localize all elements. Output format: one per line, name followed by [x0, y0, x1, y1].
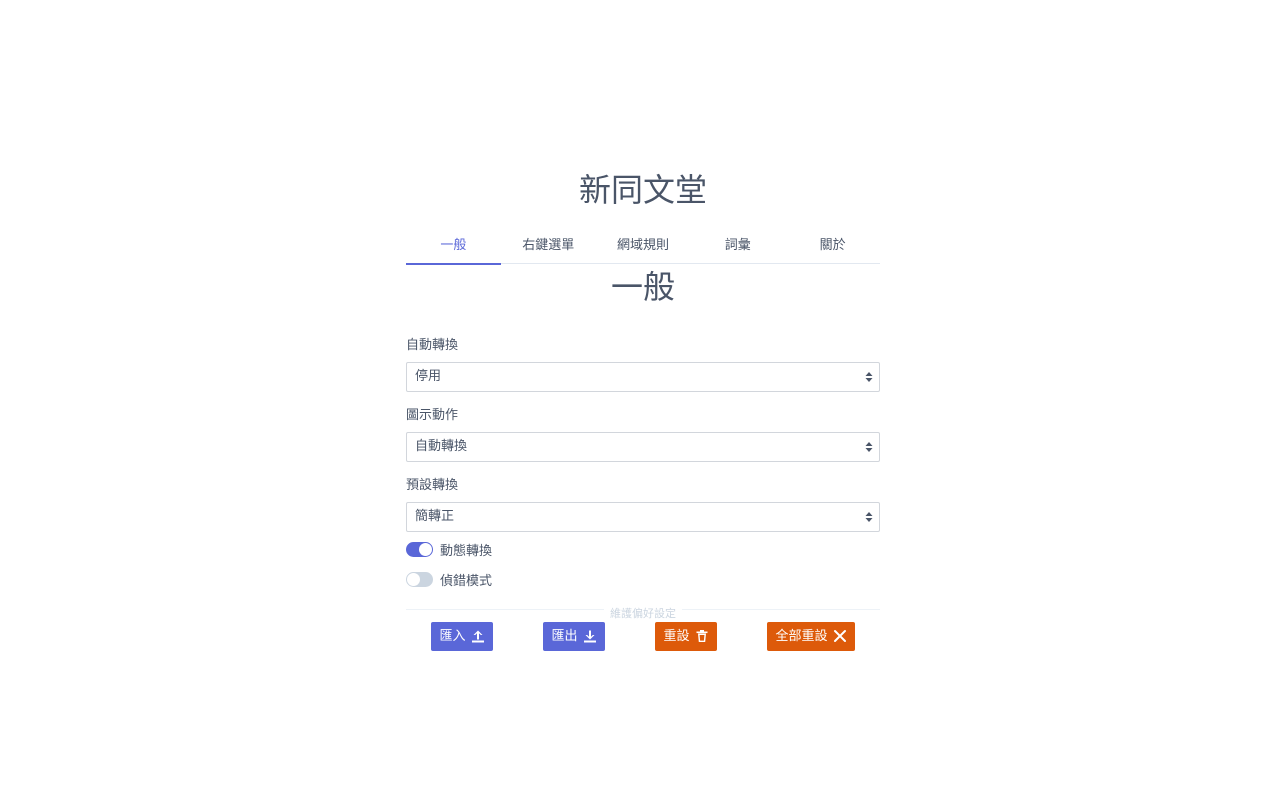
icon-action-select[interactable]: 自動轉換: [406, 431, 880, 462]
debug-mode-row: 偵錯模式: [406, 570, 880, 590]
icon-action-label: 圖示動作: [406, 407, 459, 423]
tab-vocabulary[interactable]: 詞彙: [690, 233, 785, 263]
export-button[interactable]: 匯出: [543, 621, 605, 651]
maintenance-divider-label: 維護偏好設定: [604, 606, 682, 620]
app-title: 新同文堂: [578, 171, 707, 209]
import-button-label: 匯入: [439, 628, 466, 644]
toggle-knob: [407, 573, 420, 587]
maintenance-buttons: 匯入 匯出 重設 全部重設: [406, 621, 880, 651]
dynamic-convert-toggle[interactable]: [406, 542, 433, 558]
tab-general[interactable]: 一般: [406, 233, 501, 265]
debug-mode-toggle[interactable]: [406, 572, 433, 588]
tab-bar: 一般 右鍵選單 網域規則 詞彙 關於: [406, 233, 880, 265]
default-convert-select[interactable]: 簡轉正: [406, 501, 880, 532]
toggle-knob: [419, 543, 432, 557]
section-title: 一般: [610, 268, 675, 306]
import-button[interactable]: 匯入: [431, 621, 493, 651]
dynamic-convert-row: 動態轉換: [406, 540, 880, 560]
sort-arrows-icon: [865, 441, 873, 452]
default-convert-field: 預設轉換 簡轉正: [406, 476, 880, 532]
reset-all-button[interactable]: 全部重設: [767, 621, 855, 651]
auto-convert-value: 停用: [415, 368, 442, 384]
tab-about[interactable]: 關於: [785, 233, 880, 263]
icon-action-value: 自動轉換: [415, 438, 468, 454]
auto-convert-select[interactable]: 停用: [406, 361, 880, 392]
reset-button[interactable]: 重設: [655, 621, 717, 651]
reset-all-button-label: 全部重設: [775, 628, 828, 644]
export-button-label: 匯出: [551, 628, 578, 644]
debug-mode-label: 偵錯模式: [440, 574, 493, 590]
close-icon: [833, 630, 846, 643]
dynamic-convert-label: 動態轉換: [440, 544, 493, 560]
auto-convert-field: 自動轉換 停用: [406, 336, 880, 392]
reset-button-label: 重設: [663, 628, 690, 644]
sort-arrows-icon: [865, 371, 873, 382]
options-panel: 新同文堂 一般 右鍵選單 網域規則 詞彙 關於 一般 自動轉換 停用 圖示動作 …: [406, 160, 880, 651]
tab-domain-rules[interactable]: 網域規則: [596, 233, 691, 263]
auto-convert-label: 自動轉換: [406, 337, 459, 353]
upload-icon: [471, 630, 484, 643]
maintenance-divider: 維護偏好設定: [406, 602, 880, 620]
download-icon: [583, 630, 596, 643]
trash-icon: [696, 630, 707, 643]
tab-context-menu[interactable]: 右鍵選單: [501, 233, 596, 263]
default-convert-label: 預設轉換: [406, 477, 459, 493]
default-convert-value: 簡轉正: [415, 508, 455, 524]
sort-arrows-icon: [865, 511, 873, 522]
icon-action-field: 圖示動作 自動轉換: [406, 406, 880, 462]
